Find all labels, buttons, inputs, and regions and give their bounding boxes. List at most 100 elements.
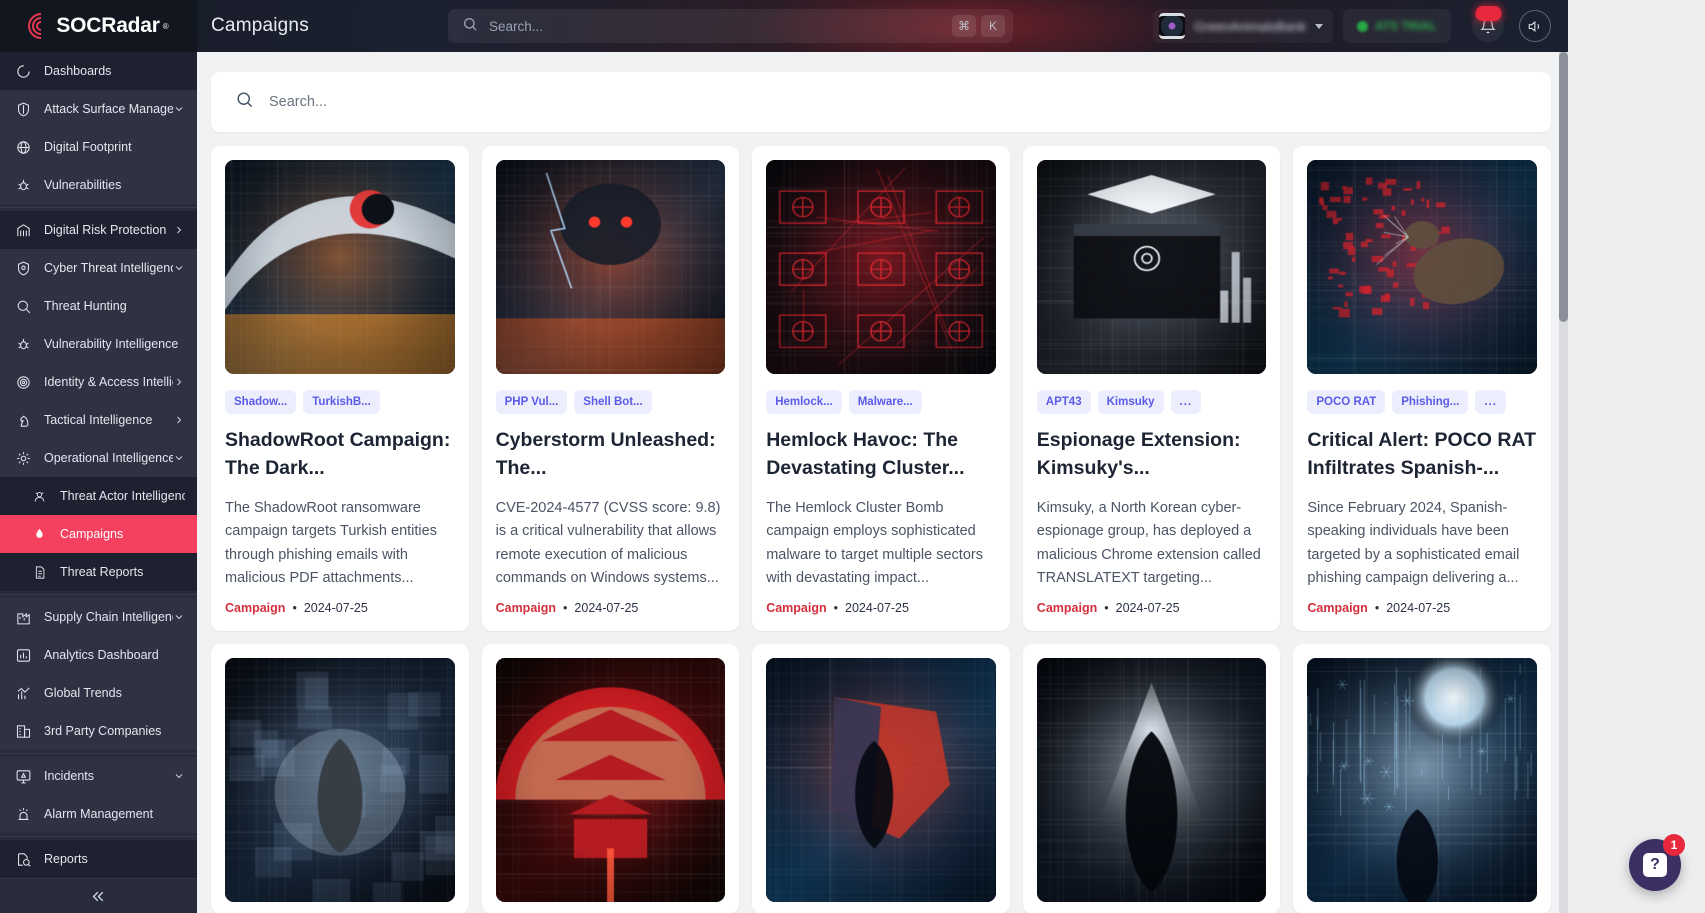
campaign-tag[interactable]: APT43 bbox=[1036, 389, 1091, 414]
sidebar-item-cyber-threat-intelligence[interactable]: Cyber Threat Intelligence bbox=[0, 249, 197, 287]
page-title: Campaigns bbox=[211, 15, 309, 36]
campaign-thumbnail bbox=[495, 160, 726, 374]
campaign-description: The Hemlock Cluster Bomb campaign employ… bbox=[766, 499, 983, 586]
search-icon bbox=[462, 16, 478, 37]
sidebar-item-threat-reports[interactable]: Threat Reports bbox=[0, 553, 197, 591]
account-name: GreenAnimalsBank bbox=[1194, 18, 1306, 34]
app-root: SOCRadar ® Campaigns Search... ⌘ K Green… bbox=[0, 0, 1705, 913]
sidebar: Dashboards Attack Surface Management Digit… bbox=[0, 52, 197, 913]
campaign-card[interactable] bbox=[211, 644, 469, 913]
sidebar-item-threat-actor-intelligence[interactable]: Threat Actor Intelligence bbox=[0, 477, 197, 515]
sidebar-item-vulnerability-intelligence[interactable]: Vulnerability Intelligence bbox=[0, 325, 197, 363]
campaign-title[interactable]: Critical Alert: POCO RAT Infiltrates Spa… bbox=[1307, 427, 1537, 481]
support-chat-button[interactable]: ? 1 bbox=[1629, 834, 1685, 891]
campaign-tags: Hemlock... Malware... bbox=[766, 389, 996, 414]
sidebar-item-attack-surface-management[interactable]: Attack Surface Management bbox=[0, 90, 197, 128]
sidebar-item-threat-hunting[interactable]: Threat Hunting bbox=[0, 287, 197, 325]
sidebar-item-alarm-management[interactable]: Alarm Management bbox=[0, 795, 197, 833]
campaign-card-grid: Shadow... TurkishB... ShadowRoot Campaign:… bbox=[197, 132, 1568, 913]
sidebar-collapse-button[interactable] bbox=[0, 878, 197, 913]
sidebar-item-identity-access-intelligence[interactable]: Identity & Access Intelligence bbox=[0, 363, 197, 401]
hacker-icon bbox=[28, 486, 50, 506]
sidebar-item-vulnerabilities[interactable]: Vulnerabilities bbox=[0, 166, 197, 204]
campaign-card[interactable] bbox=[752, 644, 1010, 913]
sidebar-item-tactical-intelligence[interactable]: Tactical Intelligence bbox=[0, 401, 197, 439]
chevron-down-icon bbox=[173, 103, 185, 115]
campaign-thumbnail bbox=[495, 658, 726, 902]
sidebar-item-dashboards[interactable]: Dashboards bbox=[0, 52, 197, 90]
kbd-key: K bbox=[981, 15, 1005, 37]
campaign-card[interactable]: Hemlock... Malware... Hemlock Havoc: The D… bbox=[752, 146, 1010, 631]
flame-icon bbox=[28, 524, 50, 544]
campaigns-search-input[interactable]: Search... bbox=[211, 72, 1551, 132]
gear-bug-icon bbox=[12, 448, 34, 468]
sidebar-item-supply-chain-intelligence[interactable]: Supply Chain Intelligence bbox=[0, 598, 197, 636]
bell-icon[interactable] bbox=[1472, 6, 1504, 42]
chevron-down-icon bbox=[173, 611, 185, 623]
campaign-title[interactable]: Cyberstorm Unleashed: The... bbox=[496, 427, 726, 481]
bug-icon bbox=[12, 175, 34, 195]
campaign-card[interactable]: APT43 Kimsuky... Espionage Extension: Kims… bbox=[1022, 146, 1281, 631]
sidebar-divider bbox=[0, 836, 197, 837]
campaign-card[interactable] bbox=[1293, 644, 1551, 913]
campaign-tag[interactable]: Kimsuky bbox=[1097, 389, 1164, 414]
campaign-card[interactable] bbox=[481, 644, 740, 913]
sidebar-item-campaigns[interactable]: Campaigns bbox=[0, 515, 197, 553]
campaign-card[interactable] bbox=[1022, 644, 1281, 913]
campaign-tag[interactable]: Malware... bbox=[848, 389, 922, 414]
analytics-icon bbox=[12, 645, 34, 665]
sound-icon[interactable] bbox=[1519, 10, 1551, 42]
sidebar-divider bbox=[0, 207, 197, 208]
fingerprint-icon bbox=[12, 372, 34, 392]
campaign-tag[interactable]: Hemlock... bbox=[766, 389, 842, 414]
sidebar-item-digital-risk-protection[interactable]: Digital Risk Protection bbox=[0, 211, 197, 249]
campaign-title[interactable]: Hemlock Havoc: The Devastating Cluster..… bbox=[766, 427, 996, 481]
campaign-card[interactable]: POCO RAT Phishing...... Critical Alert: PO… bbox=[1293, 146, 1551, 631]
more-tags-button[interactable]: ... bbox=[1170, 389, 1202, 414]
campaign-tag[interactable]: Phishing... bbox=[1392, 389, 1469, 414]
campaign-date: 2024-07-25 bbox=[574, 601, 639, 616]
sidebar-item-label: Alarm Management bbox=[44, 807, 154, 821]
sidebar-item-3rd-party-companies[interactable]: 3rd Party Companies bbox=[0, 712, 197, 750]
bank-icon bbox=[12, 220, 34, 240]
campaign-tag[interactable]: TurkishB... bbox=[303, 389, 380, 414]
campaign-thumbnail bbox=[225, 160, 455, 374]
campaign-card[interactable]: Shadow... TurkishB... ShadowRoot Campaign:… bbox=[211, 146, 469, 631]
global-search-input[interactable]: Search... ⌘ K bbox=[448, 9, 1013, 43]
sidebar-item-operational-intelligence[interactable]: Operational Intelligence bbox=[0, 439, 197, 477]
campaign-tag[interactable]: PHP Vul... bbox=[495, 389, 568, 414]
campaign-tags: POCO RAT Phishing...... bbox=[1307, 389, 1537, 414]
campaign-tag[interactable]: Shadow... bbox=[225, 389, 297, 414]
sidebar-item-reports[interactable]: Reports bbox=[0, 840, 197, 878]
campaign-meta: Campaign • 2024-07-25 bbox=[496, 587, 726, 631]
campaign-thumbnail bbox=[225, 658, 455, 902]
campaign-title[interactable]: ShadowRoot Campaign: The Dark... bbox=[225, 427, 455, 481]
main-scrollbar[interactable] bbox=[1559, 52, 1568, 913]
sidebar-item-analytics-dashboard[interactable]: Analytics Dashboard bbox=[0, 636, 197, 674]
account-switcher[interactable]: GreenAnimalsBank bbox=[1153, 9, 1333, 43]
campaign-type: Campaign bbox=[1036, 601, 1098, 616]
campaign-date: 2024-07-25 bbox=[1115, 601, 1180, 616]
campaign-thumbnail bbox=[766, 658, 996, 902]
sidebar-item-incidents[interactable]: Incidents bbox=[0, 757, 197, 795]
campaign-tag[interactable]: Shell Bot... bbox=[574, 389, 652, 414]
campaign-tag[interactable]: POCO RAT bbox=[1307, 389, 1386, 414]
sidebar-item-label: Dashboards bbox=[44, 64, 112, 78]
shield-scan-icon bbox=[12, 99, 34, 119]
more-tags-button[interactable]: ... bbox=[1475, 389, 1506, 414]
report-search-icon bbox=[12, 849, 34, 869]
status-label: ATS TRIAL bbox=[1375, 19, 1437, 33]
brand-logo[interactable]: SOCRadar ® bbox=[0, 0, 197, 52]
shield-eye-icon bbox=[12, 258, 34, 278]
meta-separator: • bbox=[1374, 601, 1380, 616]
campaign-type: Campaign bbox=[766, 601, 827, 616]
sidebar-item-digital-footprint[interactable]: Digital Footprint bbox=[0, 128, 197, 166]
search-icon bbox=[235, 90, 254, 114]
chevron-right-icon bbox=[173, 414, 185, 426]
status-badge[interactable]: ATS TRIAL bbox=[1343, 9, 1451, 43]
sidebar-item-global-trends[interactable]: Global Trends bbox=[0, 674, 197, 712]
sidebar-item-label: Cyber Threat Intelligence bbox=[44, 261, 173, 275]
campaign-card[interactable]: PHP Vul... Shell Bot... Cyberstorm Unleash… bbox=[481, 146, 740, 631]
campaign-title[interactable]: Espionage Extension: Kimsuky's... bbox=[1037, 427, 1267, 481]
scrollbar-thumb[interactable] bbox=[1559, 52, 1568, 322]
